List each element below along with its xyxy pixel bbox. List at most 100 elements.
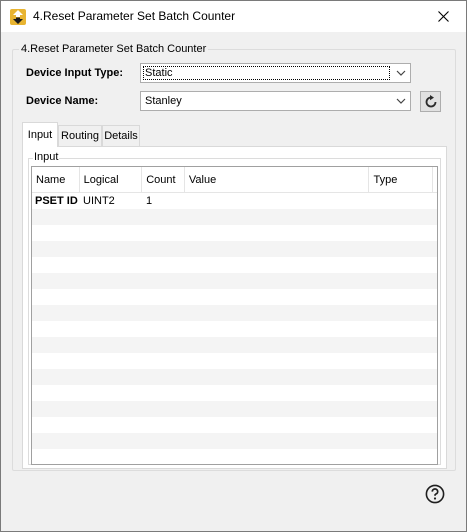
cell-value	[186, 401, 372, 417]
cell-logical	[80, 353, 143, 369]
cell-logical[interactable]: UINT2	[80, 193, 143, 209]
cell-logical	[80, 209, 143, 225]
cell-name	[32, 385, 80, 401]
cell-value	[186, 257, 372, 273]
table-row-empty	[32, 273, 437, 289]
cell-count	[143, 417, 186, 433]
cell-logical	[80, 337, 143, 353]
cell-type	[372, 401, 436, 417]
cell-count	[143, 401, 186, 417]
cell-type	[372, 305, 436, 321]
cell-count	[143, 385, 186, 401]
tab-details-label: Details	[104, 130, 138, 142]
close-button[interactable]	[420, 1, 466, 32]
table-row-empty	[32, 401, 437, 417]
cell-type	[372, 353, 436, 369]
cell-value	[186, 417, 372, 433]
cell-type[interactable]	[372, 193, 436, 209]
table-row-empty	[32, 353, 437, 369]
tab-routing-label: Routing	[61, 130, 99, 142]
cell-count	[143, 273, 186, 289]
cell-value	[186, 225, 372, 241]
cell-name	[32, 321, 80, 337]
cell-name	[32, 449, 80, 464]
column-header-value[interactable]: Value	[184, 167, 370, 193]
chevron-down-icon[interactable]	[392, 92, 410, 110]
title-bar[interactable]: 4.Reset Parameter Set Batch Counter	[1, 1, 466, 32]
cell-type	[372, 225, 436, 241]
cell-logical	[80, 369, 143, 385]
cell-count	[143, 369, 186, 385]
refresh-button[interactable]	[420, 91, 441, 112]
table-row-empty	[32, 225, 437, 241]
cell-value	[186, 369, 372, 385]
column-header-filler	[433, 167, 437, 193]
cell-value	[186, 353, 372, 369]
cell-type	[372, 417, 436, 433]
close-icon	[437, 11, 449, 22]
tab-input[interactable]: Input	[22, 122, 58, 147]
cell-logical	[80, 241, 143, 257]
cell-name	[32, 305, 80, 321]
cell-count[interactable]: 1	[143, 193, 186, 209]
column-header-name[interactable]: Name	[32, 167, 80, 193]
cell-type	[372, 241, 436, 257]
column-header-type[interactable]: Type	[369, 167, 433, 193]
cell-value	[186, 433, 372, 449]
cell-name	[32, 417, 80, 433]
app-arrow-up-down-icon	[10, 9, 26, 25]
table-row-empty	[32, 209, 437, 225]
cell-name	[32, 209, 80, 225]
cell-name[interactable]: PSET ID	[32, 193, 80, 209]
table-row-empty	[32, 257, 437, 273]
table-row-empty	[32, 369, 437, 385]
table-row-empty	[32, 337, 437, 353]
help-button[interactable]	[425, 484, 445, 504]
help-icon	[425, 484, 445, 504]
column-header-logical[interactable]: Logical	[79, 167, 143, 193]
cell-count	[143, 209, 186, 225]
cell-value	[186, 385, 372, 401]
tab-routing[interactable]: Routing	[58, 125, 102, 146]
cell-value[interactable]	[186, 193, 372, 209]
grid-header: Name Logical Count Value Type	[32, 167, 437, 193]
cell-type	[372, 209, 436, 225]
device-name-dropdown[interactable]: Stanley	[140, 91, 411, 111]
grid-rows: PSET ID UINT2 1	[32, 193, 437, 464]
table-row[interactable]: PSET ID UINT2 1	[32, 193, 437, 209]
cell-logical	[80, 289, 143, 305]
cell-logical	[80, 433, 143, 449]
cell-type	[372, 273, 436, 289]
cell-logical	[80, 401, 143, 417]
refresh-icon	[425, 94, 436, 107]
cell-count	[143, 337, 186, 353]
cell-name	[32, 401, 80, 417]
cell-name	[32, 337, 80, 353]
tab-input-label: Input	[27, 129, 53, 141]
tab-details[interactable]: Details	[102, 125, 140, 146]
cell-name	[32, 289, 80, 305]
cell-name	[32, 225, 80, 241]
cell-logical	[80, 257, 143, 273]
input-parameters-grid[interactable]: Name Logical Count Value Type PSET ID UIN…	[31, 166, 438, 465]
cell-count	[143, 305, 186, 321]
device-name-value: Stanley	[145, 95, 182, 107]
cell-logical	[80, 417, 143, 433]
table-row-empty	[32, 241, 437, 257]
focus-rectangle	[143, 66, 390, 80]
chevron-down-icon[interactable]	[392, 64, 410, 82]
cell-count	[143, 449, 186, 464]
cell-value	[186, 321, 372, 337]
column-header-count[interactable]: Count	[142, 167, 185, 193]
operation-group-title: 4.Reset Parameter Set Batch Counter	[19, 43, 209, 55]
device-input-type-dropdown[interactable]: Static	[140, 63, 411, 83]
window-title: 4.Reset Parameter Set Batch Counter	[33, 9, 236, 23]
table-row-empty	[32, 433, 437, 449]
cell-count	[143, 289, 186, 305]
cell-name	[32, 353, 80, 369]
cell-logical	[80, 225, 143, 241]
cell-type	[372, 369, 436, 385]
cell-count	[143, 353, 186, 369]
table-row-empty	[32, 385, 437, 401]
cell-type	[372, 449, 436, 464]
